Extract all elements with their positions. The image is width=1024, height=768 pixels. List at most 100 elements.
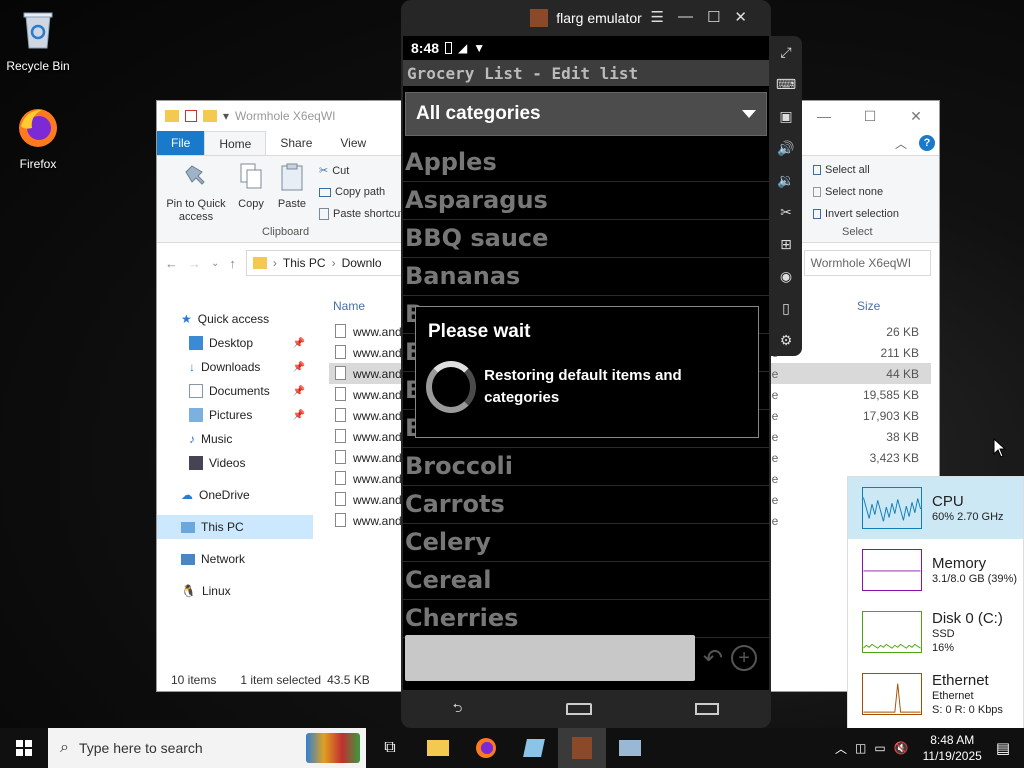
category-spinner[interactable]: All categories (405, 92, 767, 136)
clock[interactable]: 8:48 AM 11/19/2025 (917, 732, 988, 764)
select-all-button[interactable]: Select all (813, 164, 870, 176)
taskbar-emulator[interactable] (558, 728, 606, 768)
collapse-ribbon-icon[interactable]: ︿ (895, 135, 907, 152)
apk-install-icon[interactable]: ▣ (770, 100, 802, 132)
breadcrumb-this-pc[interactable]: This PC (283, 256, 326, 270)
column-header-size[interactable]: Size (857, 299, 880, 313)
menu-icon[interactable]: ☰ (651, 8, 664, 26)
taskbar-file-explorer[interactable] (414, 728, 462, 768)
new-item-input[interactable] (405, 635, 695, 681)
firefox-shortcut[interactable]: Firefox (0, 106, 76, 171)
recycle-bin-shortcut[interactable]: Recycle Bin (0, 8, 76, 73)
nav-item-linux[interactable]: 🐧 Linux (157, 579, 313, 603)
list-item[interactable]: Apples (403, 144, 769, 182)
breadcrumb-downloads[interactable]: Downlo (342, 256, 382, 270)
minimize-button[interactable]: — (801, 108, 847, 125)
pin-icon: 📌 (292, 409, 305, 421)
start-button[interactable] (0, 728, 48, 768)
tab-file[interactable]: File (157, 131, 205, 155)
nav-item-onedrive[interactable]: ☁ OneDrive (157, 483, 313, 507)
perf-item-memory[interactable]: Memory 3.1/8.0 GB (39%) (848, 539, 1023, 601)
list-item[interactable]: BBQ sauce (403, 220, 769, 258)
taskbar-notes[interactable] (510, 728, 558, 768)
notifications-icon[interactable]: ▤ (996, 739, 1024, 757)
taskbar-search-box[interactable]: ⌕ Type here to search (48, 728, 366, 768)
tab-share[interactable]: Share (266, 131, 326, 155)
select-none-button[interactable]: Select none (813, 186, 883, 198)
help-icon[interactable]: ? (919, 135, 935, 151)
clipboard-group-label: Clipboard (262, 226, 310, 238)
app-title: Grocery List - Edit list (403, 60, 769, 86)
network-status-icon[interactable]: ▭ (874, 741, 885, 755)
nav-item-documents[interactable]: Documents 📌 (157, 379, 313, 403)
list-item[interactable]: Asparagus (403, 182, 769, 220)
volume-down-icon[interactable]: 🔉 (770, 164, 802, 196)
perf-item-disk[interactable]: Disk 0 (C:) SSD 16% (848, 601, 1023, 663)
nav-item-downloads[interactable]: ↓ Downloads 📌 (157, 355, 313, 379)
list-item[interactable]: Broccoli (403, 448, 769, 486)
home-button-icon[interactable] (565, 703, 592, 715)
undo-icon[interactable]: ↶ (703, 644, 723, 673)
shake-icon[interactable]: ▯ (770, 292, 802, 324)
properties-icon[interactable] (185, 110, 197, 122)
list-item[interactable]: Cherries (403, 600, 769, 638)
list-item[interactable]: Cereal (403, 562, 769, 600)
quick-access-dropdown-icon[interactable]: ▾ (223, 109, 229, 123)
add-icon[interactable]: + (731, 645, 758, 671)
volume-up-icon[interactable]: 🔊 (770, 132, 802, 164)
show-hidden-icons-icon[interactable]: ︿ (835, 740, 847, 757)
taskbar-task-manager[interactable] (606, 728, 654, 768)
paste-button[interactable]: Paste (262, 162, 322, 210)
minimize-button[interactable]: — (678, 8, 693, 26)
close-button[interactable]: ✕ (734, 8, 747, 26)
location-icon[interactable]: ◉ (770, 260, 802, 292)
perf-item-ethernet[interactable]: Ethernet Ethernet S: 0 R: 0 Kbps (848, 663, 1023, 725)
perf-item-cpu[interactable]: CPU 60% 2.70 GHz (848, 477, 1023, 539)
multi-instance-icon[interactable]: ⊞ (770, 228, 802, 260)
windows-logo-icon (16, 740, 32, 756)
list-item[interactable]: Carrots (403, 486, 769, 524)
taskbar-firefox[interactable] (462, 728, 510, 768)
list-item[interactable]: Celery (403, 524, 769, 562)
tab-view[interactable]: View (326, 131, 380, 155)
task-view-button[interactable]: ⧉ (366, 728, 414, 768)
meet-now-icon[interactable]: ◫ (855, 741, 866, 755)
history-dropdown-icon[interactable]: ⌄ (211, 258, 219, 269)
maximize-button[interactable]: ☐ (707, 8, 720, 26)
recents-button-icon[interactable] (695, 703, 720, 715)
list-item[interactable]: Bananas (403, 258, 769, 296)
settings-gear-icon[interactable]: ⚙ (770, 324, 802, 356)
maximize-button[interactable]: ☐ (847, 108, 893, 125)
column-header-name[interactable]: Name (333, 299, 365, 313)
nav-item-quick-access[interactable]: ★ Quick access (157, 307, 313, 331)
nav-item-music[interactable]: ♪ Music (157, 427, 313, 451)
volume-muted-icon[interactable]: 🔇 (894, 741, 909, 755)
new-folder-icon[interactable] (203, 110, 217, 122)
back-arrow-icon[interactable]: ← (165, 256, 178, 271)
search-box[interactable]: Wormhole X6eqWI (803, 250, 931, 276)
search-icon: ⌕ (60, 739, 69, 756)
fullscreen-icon[interactable]: ⤢ (770, 36, 802, 68)
file-icon (335, 345, 346, 359)
pin-icon (185, 165, 205, 185)
back-button-icon[interactable]: ⮌ (453, 699, 463, 720)
paste-shortcut-icon (319, 208, 329, 220)
cut-button[interactable]: ✂ Cut (319, 164, 349, 178)
keyboard-icon[interactable]: ⌨ (770, 68, 802, 100)
nav-item-this-pc[interactable]: This PC (157, 515, 313, 539)
forward-arrow-icon[interactable]: → (188, 256, 201, 271)
nav-item-videos[interactable]: Videos (157, 451, 313, 475)
nav-item-desktop[interactable]: Desktop 📌 (157, 331, 313, 355)
close-button[interactable]: ✕ (893, 108, 939, 125)
clock-time: 8:48 AM (930, 733, 975, 747)
invert-selection-button[interactable]: Invert selection (813, 208, 899, 220)
nav-item-network[interactable]: Network (157, 547, 313, 571)
tab-home[interactable]: Home (204, 131, 267, 155)
selection-count: 1 item selected (240, 673, 322, 687)
nav-item-pictures[interactable]: Pictures 📌 (157, 403, 313, 427)
paste-shortcut-button[interactable]: Paste shortcut (319, 208, 403, 220)
copy-path-button[interactable]: Copy path (319, 186, 385, 198)
up-arrow-icon[interactable]: ↑ (229, 256, 236, 271)
screenshot-icon[interactable]: ✂ (770, 196, 802, 228)
music-note-icon: ♪ (189, 432, 195, 446)
